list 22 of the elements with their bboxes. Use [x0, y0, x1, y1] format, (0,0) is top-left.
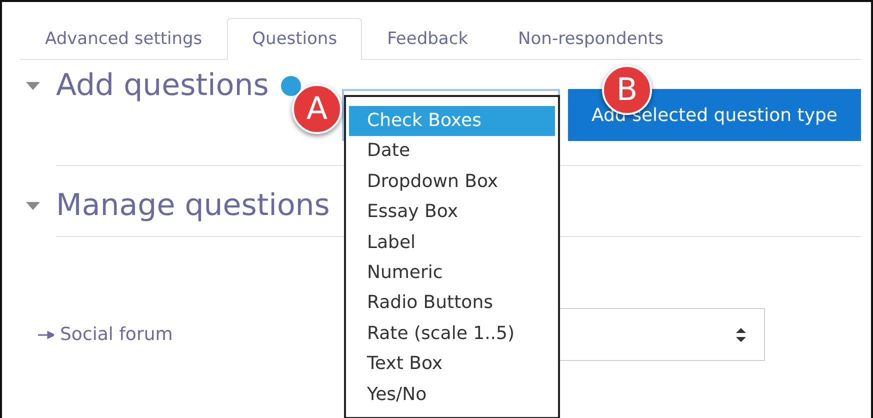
callout-badge: A [292, 84, 342, 134]
dropdown-option[interactable]: Date [349, 136, 555, 167]
collapse-caret-icon[interactable] [26, 202, 40, 212]
dropdown-option[interactable]: Radio Buttons [349, 288, 555, 319]
dropdown-option[interactable]: Yes/No [349, 380, 555, 410]
tab[interactable]: Non-respondents [493, 18, 689, 60]
collapse-caret-icon[interactable] [26, 82, 40, 92]
dropdown-option[interactable]: Dropdown Box [349, 166, 555, 198]
section-title: Add questions [56, 68, 269, 103]
dropdown-option[interactable]: Text Box [349, 349, 555, 380]
dropdown-option[interactable]: Essay Box [349, 197, 555, 228]
sort-caret-icon [736, 326, 746, 342]
dropdown-option[interactable]: Numeric [349, 258, 555, 288]
dropdown-option[interactable]: Label [349, 228, 555, 258]
help-icon[interactable] [280, 76, 301, 96]
tab[interactable]: Feedback [362, 18, 494, 60]
arrow-icon [38, 330, 54, 338]
tab[interactable]: Advanced settings [20, 18, 228, 60]
section-title: Manage questions [56, 188, 330, 223]
tab[interactable]: Questions [227, 18, 362, 60]
jump-link[interactable]: Social forum [38, 324, 173, 345]
dropdown-option[interactable]: Rate (scale 1..5) [349, 318, 555, 350]
